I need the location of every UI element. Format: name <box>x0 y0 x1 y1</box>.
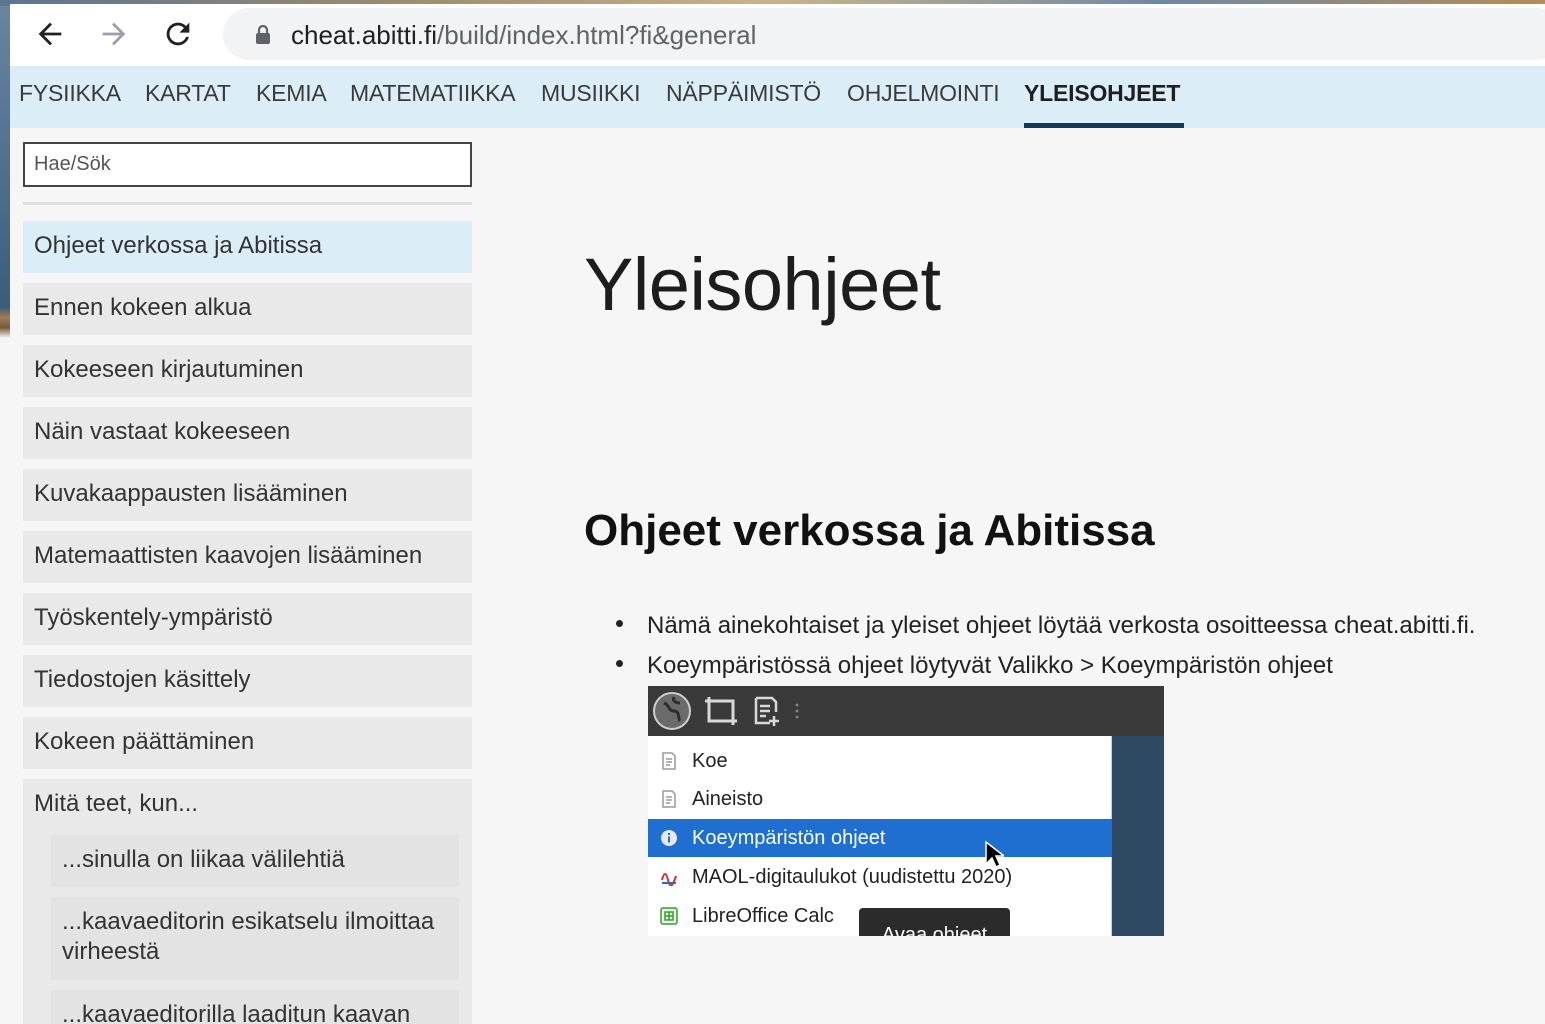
sidebar-item-kuvakaappaukset[interactable]: Kuvakaappausten lisääminen <box>23 469 472 521</box>
cursor-icon <box>985 840 1004 869</box>
reload-icon <box>166 22 190 46</box>
menu-screenshot: Koe Aineisto Koeympäristön ohjeet MAOL-d… <box>648 686 1164 936</box>
sidebar-item-label: Mitä teet, kun... <box>34 790 199 817</box>
menu-item-maol: MAOL-digitaulukot (uudistettu 2020) <box>648 858 1112 896</box>
address-bar[interactable]: cheat.abitti.fi/build/index.html?fi&gene… <box>223 8 1545 60</box>
browser-window: cheat.abitti.fi/build/index.html?fi&gene… <box>10 4 1545 1024</box>
forward-button[interactable] <box>94 14 134 54</box>
menu-item-koeympariston-ohjeet: Koeympäristön ohjeet <box>648 819 1112 857</box>
lock-icon <box>256 25 270 44</box>
sidebar-item-kirjautuminen[interactable]: Kokeeseen kirjautuminen <box>23 345 472 397</box>
url-text: cheat.abitti.fi/build/index.html?fi&gene… <box>291 20 757 50</box>
desktop-background <box>0 0 10 1024</box>
sidebar-item-paattaminen[interactable]: Kokeen päättäminen <box>23 717 472 769</box>
sidebar-item-kaavat[interactable]: Matemaattisten kaavojen lisääminen <box>23 531 472 583</box>
back-button[interactable] <box>30 14 70 54</box>
active-tab-indicator <box>1024 123 1184 128</box>
menu-item-koe: Koe <box>648 742 1112 780</box>
search-input[interactable] <box>23 142 472 187</box>
sidebar-subitem-esikatselu[interactable]: ...kaavaeditorin esikatselu ilmoittaa vi… <box>51 897 459 980</box>
tab-kemia[interactable]: KEMIA <box>256 80 327 107</box>
tooltip: Avaa ohjeet <box>859 908 1010 936</box>
info-icon <box>661 830 677 846</box>
section-title: Ohjeet verkossa ja Abitissa <box>584 506 1155 555</box>
arrow-right-icon <box>102 22 126 46</box>
arrow-left-icon <box>38 22 62 46</box>
screenshot-menu: Koe Aineisto Koeympäristön ohjeet MAOL-d… <box>648 736 1112 936</box>
tab-nappaimisto[interactable]: NÄPPÄIMISTÖ <box>666 80 821 107</box>
bullet-icon <box>616 620 623 628</box>
tab-musiikki[interactable]: MUSIIKKI <box>541 80 641 107</box>
maol-icon <box>661 873 677 886</box>
globe-icon <box>653 692 691 730</box>
sidebar-item-tyoskentely[interactable]: Työskentely-ympäristö <box>23 593 472 645</box>
document-icon <box>662 752 676 770</box>
bullet-icon <box>616 660 623 668</box>
menu-item-aineisto: Aineisto <box>648 780 1112 818</box>
sidebar-item-tiedostot[interactable]: Tiedostojen käsittely <box>23 655 472 707</box>
subject-nav: FYSIIKKA KARTAT KEMIA MATEMATIIKKA MUSII… <box>10 66 1545 128</box>
sidebar-divider <box>23 202 472 205</box>
sidebar-subitem-valilehdet[interactable]: ...sinulla on liikaa välilehtiä <box>51 835 459 887</box>
list-item: Koeympäristössä ohjeet löytyvät Valikko … <box>616 652 1333 680</box>
spreadsheet-icon <box>660 907 678 925</box>
tab-ohjelmointi[interactable]: OHJELMOINTI <box>847 80 1000 107</box>
sidebar-item-nain-vastaat[interactable]: Näin vastaat kokeeseen <box>23 407 472 459</box>
list-item: Nämä ainekohtaiset ja yleiset ohjeet löy… <box>616 612 1475 640</box>
sidebar-item-ennen-kokeen-alkua[interactable]: Ennen kokeen alkua <box>23 283 472 335</box>
tab-yleisohjeet[interactable]: YLEISOHJEET <box>1024 80 1180 107</box>
document-icon <box>662 790 676 808</box>
reload-button[interactable] <box>158 14 198 54</box>
document-icon <box>754 696 779 726</box>
tab-matematiikka[interactable]: MATEMATIIKKA <box>350 80 516 107</box>
tab-kartat[interactable]: KARTAT <box>145 80 231 107</box>
sidebar-subitem-kaavan[interactable]: ...kaavaeditorilla laaditun kaavan <box>51 990 459 1024</box>
handle-icon <box>795 703 799 719</box>
page-title: Yleisohjeet <box>584 243 941 326</box>
sidebar-item-ohjeet-verkossa[interactable]: Ohjeet verkossa ja Abitissa <box>23 221 472 273</box>
tab-fysiikka[interactable]: FYSIIKKA <box>19 80 121 107</box>
screenshot-icon <box>705 697 737 725</box>
screenshot-taskbar <box>648 686 1164 736</box>
browser-toolbar: cheat.abitti.fi/build/index.html?fi&gene… <box>10 4 1545 66</box>
